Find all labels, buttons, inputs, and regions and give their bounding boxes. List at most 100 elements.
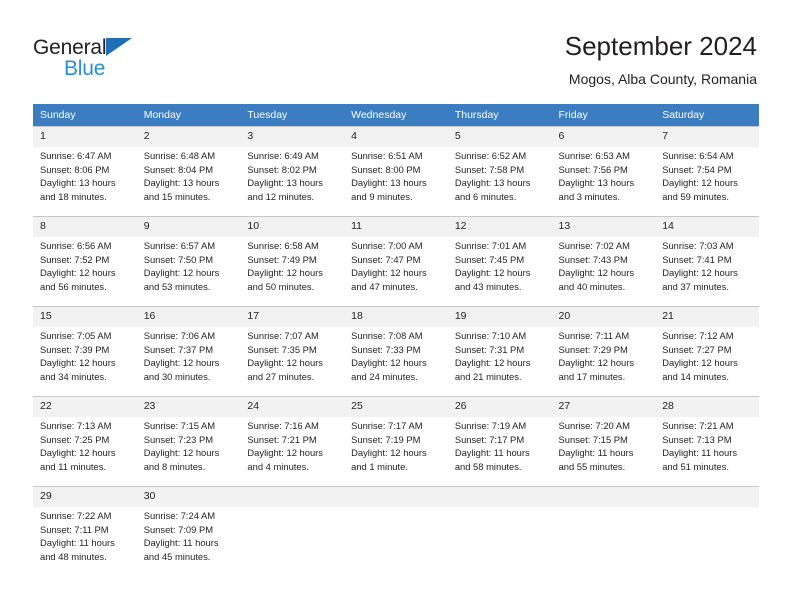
day-cell-body: 12 Sunrise: 7:01 AM Sunset: 7:45 PM Dayligh…: [447, 216, 552, 306]
calendar-day-cell[interactable]: 4 Sunrise: 6:51 AM Sunset: 8:00 PM Daylight…: [344, 126, 448, 216]
calendar-day-cell[interactable]: 16 Sunrise: 7:06 AM Sunset: 7:37 PM Dayligh…: [136, 306, 241, 396]
calendar-day-cell[interactable]: 24 Sunrise: 7:16 AM Sunset: 7:21 PM Dayligh…: [240, 396, 345, 486]
calendar-day-cell[interactable]: 17 Sunrise: 7:07 AM Sunset: 7:35 PM Dayligh…: [240, 306, 345, 396]
calendar-day-cell[interactable]: 19 Sunrise: 7:10 AM Sunset: 7:31 PM Dayligh…: [447, 306, 552, 396]
day-cell-body: 22 Sunrise: 7:13 AM Sunset: 7:25 PM Dayligh…: [33, 396, 137, 486]
calendar-day-cell[interactable]: 12 Sunrise: 7:01 AM Sunset: 7:45 PM Dayligh…: [447, 216, 552, 306]
day-number: 30: [136, 487, 241, 507]
calendar-day-cell[interactable]: 1 Sunrise: 6:47 AM Sunset: 8:06 PM Daylight…: [33, 126, 137, 216]
calendar-week-row: 15 Sunrise: 7:05 AM Sunset: 7:39 PM Dayligh…: [33, 306, 759, 396]
calendar-day-cell[interactable]: 25 Sunrise: 7:17 AM Sunset: 7:19 PM Dayligh…: [344, 396, 448, 486]
day-sun-info: Sunrise: 7:16 AM Sunset: 7:21 PM Daylight:…: [240, 417, 344, 473]
sunrise-text: Sunrise: 6:54 AM: [662, 150, 734, 161]
weekday-header-sunday: Sunday: [33, 104, 137, 126]
sunset-text: Sunset: 7:45 PM: [454, 253, 525, 265]
calendar-header-row: Sunday Monday Tuesday Wednesday Thursday…: [33, 104, 759, 126]
calendar-day-cell[interactable]: 20 Sunrise: 7:11 AM Sunset: 7:29 PM Dayligh…: [551, 306, 656, 396]
sunset-text: Sunset: 8:02 PM: [247, 163, 317, 175]
day-cell-body: 14 Sunrise: 7:03 AM Sunset: 7:41 PM Dayligh…: [655, 216, 759, 306]
day-cell-body: [551, 486, 656, 574]
calendar-week-row: 29 Sunrise: 7:22 AM Sunset: 7:11 PM Dayligh…: [33, 486, 759, 574]
calendar-day-cell[interactable]: 15 Sunrise: 7:05 AM Sunset: 7:39 PM Dayligh…: [33, 306, 137, 396]
day-sun-info: Sunrise: 6:49 AM Sunset: 8:02 PM Daylight:…: [240, 147, 344, 203]
sunrise-text: Sunrise: 7:16 AM: [247, 420, 319, 431]
day-sun-info: Sunrise: 6:52 AM Sunset: 7:58 PM Daylight:…: [448, 147, 552, 203]
sunset-text: Sunset: 7:39 PM: [40, 343, 110, 355]
calendar-day-cell[interactable]: 9 Sunrise: 6:57 AM Sunset: 7:50 PM Daylight…: [136, 216, 241, 306]
daylight-text: Daylight: 12 hours and 27 minutes.: [247, 357, 323, 382]
day-number: 25: [344, 397, 448, 417]
sunrise-text: Sunrise: 7:15 AM: [143, 420, 216, 431]
sunrise-text: Sunrise: 7:17 AM: [351, 420, 423, 431]
calendar-day-cell[interactable]: [344, 486, 448, 574]
daylight-text: Daylight: 12 hours and 11 minutes.: [40, 447, 116, 472]
calendar-day-cell[interactable]: 11 Sunrise: 7:00 AM Sunset: 7:47 PM Dayligh…: [344, 216, 448, 306]
sunset-text: Sunset: 8:06 PM: [40, 163, 110, 175]
sunset-text: Sunset: 7:50 PM: [143, 253, 214, 265]
sunset-text: Sunset: 7:41 PM: [662, 253, 732, 265]
daylight-text: Daylight: 13 hours and 12 minutes.: [247, 177, 323, 202]
calendar-day-cell[interactable]: 2 Sunrise: 6:48 AM Sunset: 8:04 PM Daylight…: [136, 126, 241, 216]
calendar-day-cell[interactable]: [240, 486, 345, 574]
calendar-day-cell[interactable]: [551, 486, 656, 574]
generalblue-logo[interactable]: General Blue: [33, 36, 203, 86]
day-sun-info: Sunrise: 6:56 AM Sunset: 7:52 PM Daylight:…: [33, 237, 137, 293]
calendar-day-cell[interactable]: 7 Sunrise: 6:54 AM Sunset: 7:54 PM Daylight…: [655, 126, 759, 216]
sunrise-text: Sunrise: 7:24 AM: [143, 510, 216, 521]
daylight-text: Daylight: 12 hours and 56 minutes.: [40, 267, 116, 292]
calendar-day-cell[interactable]: 13 Sunrise: 7:02 AM Sunset: 7:43 PM Dayligh…: [551, 216, 656, 306]
day-sun-info: Sunrise: 6:53 AM Sunset: 7:56 PM Daylight:…: [552, 147, 656, 203]
calendar-day-cell[interactable]: 5 Sunrise: 6:52 AM Sunset: 7:58 PM Daylight…: [447, 126, 552, 216]
calendar-day-cell[interactable]: 6 Sunrise: 6:53 AM Sunset: 7:56 PM Daylight…: [551, 126, 656, 216]
calendar-day-cell[interactable]: 23 Sunrise: 7:15 AM Sunset: 7:23 PM Dayligh…: [136, 396, 241, 486]
calendar-day-cell[interactable]: 3 Sunrise: 6:49 AM Sunset: 8:02 PM Daylight…: [240, 126, 345, 216]
sunset-text: Sunset: 7:21 PM: [247, 433, 317, 445]
calendar-day-cell[interactable]: [655, 486, 759, 574]
day-number: [551, 487, 656, 507]
sunrise-text: Sunrise: 6:51 AM: [351, 150, 423, 161]
day-cell-body: 25 Sunrise: 7:17 AM Sunset: 7:19 PM Dayligh…: [344, 396, 448, 486]
calendar-day-cell[interactable]: 29 Sunrise: 7:22 AM Sunset: 7:11 PM Dayligh…: [33, 486, 137, 574]
day-cell-body: [447, 486, 552, 574]
calendar-day-cell[interactable]: 22 Sunrise: 7:13 AM Sunset: 7:25 PM Dayligh…: [33, 396, 137, 486]
day-number: 27: [551, 397, 656, 417]
sunset-text: Sunset: 7:15 PM: [558, 433, 628, 445]
day-cell-body: 17 Sunrise: 7:07 AM Sunset: 7:35 PM Dayligh…: [240, 306, 345, 396]
daylight-text: Daylight: 12 hours and 34 minutes.: [40, 357, 116, 382]
calendar-day-cell[interactable]: 8 Sunrise: 6:56 AM Sunset: 7:52 PM Daylight…: [33, 216, 137, 306]
sunrise-text: Sunrise: 7:02 AM: [558, 240, 630, 251]
calendar-day-cell[interactable]: 30 Sunrise: 7:24 AM Sunset: 7:09 PM Dayligh…: [136, 486, 241, 574]
day-sun-info: Sunrise: 6:47 AM Sunset: 8:06 PM Daylight:…: [33, 147, 137, 203]
calendar-day-cell[interactable]: 28 Sunrise: 7:21 AM Sunset: 7:13 PM Dayligh…: [655, 396, 759, 486]
daylight-text: Daylight: 11 hours and 58 minutes.: [454, 447, 530, 472]
calendar-day-cell[interactable]: 27 Sunrise: 7:20 AM Sunset: 7:15 PM Dayligh…: [551, 396, 656, 486]
day-sun-info: Sunrise: 6:54 AM Sunset: 7:54 PM Daylight:…: [655, 147, 759, 203]
calendar-day-cell[interactable]: 18 Sunrise: 7:08 AM Sunset: 7:33 PM Dayligh…: [344, 306, 448, 396]
calendar-day-cell[interactable]: 10 Sunrise: 6:58 AM Sunset: 7:49 PM Dayligh…: [240, 216, 345, 306]
page-subtitle: Mogos, Alba County, Romania: [568, 71, 757, 87]
day-number: 28: [655, 397, 759, 417]
calendar-day-cell[interactable]: [447, 486, 552, 574]
calendar-day-cell[interactable]: 26 Sunrise: 7:19 AM Sunset: 7:17 PM Dayligh…: [447, 396, 552, 486]
sunrise-text: Sunrise: 7:05 AM: [40, 330, 112, 341]
day-sun-info: Sunrise: 7:21 AM Sunset: 7:13 PM Daylight:…: [655, 417, 759, 473]
sunset-text: Sunset: 7:52 PM: [40, 253, 110, 265]
day-cell-body: 11 Sunrise: 7:00 AM Sunset: 7:47 PM Dayligh…: [344, 216, 448, 306]
weekday-header-wednesday: Wednesday: [344, 104, 448, 126]
weekday-header-friday: Friday: [551, 104, 656, 126]
day-cell-body: 15 Sunrise: 7:05 AM Sunset: 7:39 PM Dayligh…: [33, 306, 137, 396]
sunrise-text: Sunrise: 7:21 AM: [662, 420, 734, 431]
sunrise-text: Sunrise: 6:56 AM: [40, 240, 112, 251]
day-number: 10: [240, 217, 345, 237]
day-sun-info: Sunrise: 7:13 AM Sunset: 7:25 PM Daylight:…: [33, 417, 137, 473]
day-number: 23: [136, 397, 241, 417]
day-number: 21: [655, 307, 759, 327]
calendar-day-cell[interactable]: 21 Sunrise: 7:12 AM Sunset: 7:27 PM Dayligh…: [655, 306, 759, 396]
title-block: September 2024 Mogos, Alba County, Roman…: [565, 30, 757, 89]
sunset-text: Sunset: 7:43 PM: [558, 253, 628, 265]
sunrise-text: Sunrise: 7:13 AM: [40, 420, 112, 431]
day-cell-body: 29 Sunrise: 7:22 AM Sunset: 7:11 PM Dayligh…: [33, 486, 137, 574]
day-number: 16: [136, 307, 241, 327]
daylight-text: Daylight: 12 hours and 30 minutes.: [143, 357, 220, 382]
calendar-day-cell[interactable]: 14 Sunrise: 7:03 AM Sunset: 7:41 PM Dayligh…: [655, 216, 759, 306]
